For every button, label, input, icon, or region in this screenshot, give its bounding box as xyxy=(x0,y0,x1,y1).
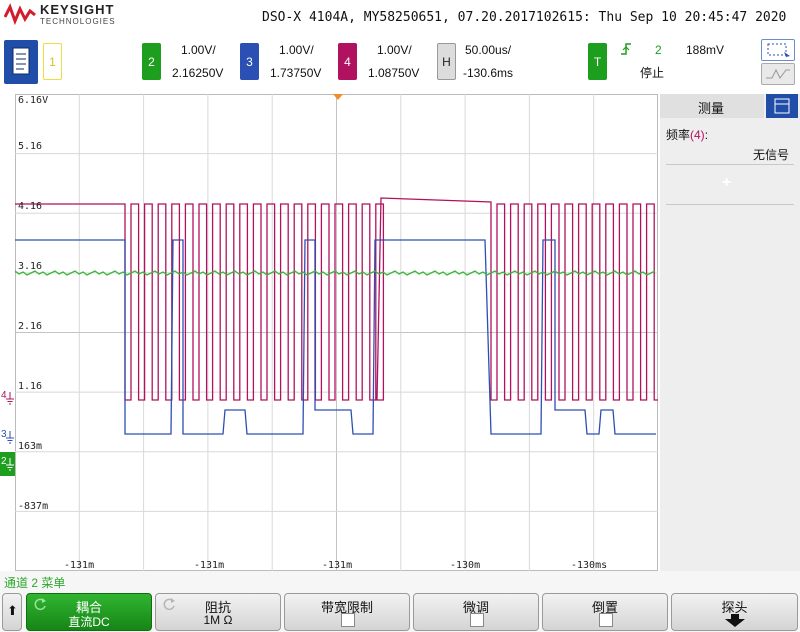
menu-back-button[interactable]: ⬆ xyxy=(2,593,22,631)
tab-measure[interactable]: 测量 xyxy=(660,94,764,118)
measurement-type: 频率 xyxy=(666,128,691,142)
ground-icon xyxy=(6,431,14,444)
channel-3-offset: 1.73750V xyxy=(270,66,322,80)
menu-button[interactable] xyxy=(4,40,38,84)
logo-name: KEYSIGHT xyxy=(40,2,115,17)
channel-2-ground-marker[interactable]: 2 xyxy=(0,452,15,476)
channel-2-scale: 1.00V/ xyxy=(181,43,216,57)
channel-4-number: 4 xyxy=(344,54,351,69)
acquisition-status: 停止 xyxy=(640,66,665,80)
impedance-button[interactable]: 阻抗 1M Ω xyxy=(155,593,281,631)
trigger-label: T xyxy=(593,54,602,69)
zoom-select-button[interactable] xyxy=(761,39,795,61)
logo-subtitle: TECHNOLOGIES xyxy=(40,17,116,26)
x-tick-label: -131m xyxy=(322,560,353,571)
zoom-box-icon xyxy=(767,43,790,57)
trigger-source: 2 xyxy=(655,43,662,57)
coupling-button[interactable]: 耦合 直流DC xyxy=(26,593,152,631)
channel-4-offset: 1.08750V xyxy=(368,66,420,80)
measurement-sidebar: 测量 频率(4): 无信号 + xyxy=(660,94,800,571)
add-measurement-button[interactable]: + xyxy=(722,174,731,192)
channel-3-button[interactable]: 3 xyxy=(240,43,259,80)
trigger-button[interactable]: T xyxy=(588,43,607,80)
x-tick-label: -130m xyxy=(450,560,481,571)
channel-2-offset: 2.16250V xyxy=(172,66,224,80)
header-bar: KEYSIGHT TECHNOLOGIES DSO-X 4104A, MY582… xyxy=(0,0,800,36)
measurement-name: 频率(4): xyxy=(666,126,708,143)
channel-1-number: 1 xyxy=(49,54,56,69)
y-tick-label: 2.16 xyxy=(18,321,43,332)
channel-3-scale: 1.00V/ xyxy=(279,43,314,57)
bandwidth-limit-button[interactable]: 带宽限制 xyxy=(284,593,410,631)
waveform-canvas xyxy=(15,94,658,571)
divider xyxy=(666,164,794,165)
invert-checkbox[interactable] xyxy=(599,613,613,627)
coupling-value: 直流DC xyxy=(68,615,110,629)
channel-4-button[interactable]: 4 xyxy=(338,43,357,80)
horizontal-label: H xyxy=(442,54,451,69)
x-tick-label: -130ms xyxy=(571,560,608,571)
y-tick-label: -837m xyxy=(18,501,49,512)
channel-2-number: 2 xyxy=(148,54,155,69)
keysight-logo-icon xyxy=(4,3,36,25)
timebase-delay: -130.6ms xyxy=(463,66,514,80)
tab-measure-label: 测量 xyxy=(698,101,725,116)
bandwidth-limit-checkbox[interactable] xyxy=(341,613,355,627)
measurement-channel: (4) xyxy=(690,128,705,142)
submenu-arrow-icon xyxy=(725,614,745,627)
ground-icon xyxy=(6,392,14,405)
fine-adjust-button[interactable]: 微调 xyxy=(413,593,539,631)
probe-button[interactable]: 探头 xyxy=(671,593,798,631)
measurement-value: 无信号 xyxy=(753,148,790,162)
channel-3-number: 3 xyxy=(246,54,253,69)
channel-2-button[interactable]: 2 xyxy=(142,43,161,80)
gesture-icon xyxy=(766,68,790,79)
fine-adjust-checkbox[interactable] xyxy=(470,613,484,627)
y-tick-label: 6.16V xyxy=(18,95,49,106)
y-tick-label: 1.16 xyxy=(18,381,43,392)
y-tick-label: 5.16 xyxy=(18,141,43,152)
panel-icon xyxy=(774,98,790,114)
channel-4-ground-marker[interactable]: 4 xyxy=(0,390,15,406)
trigger-position-marker xyxy=(333,94,343,100)
timebase-scale: 50.00us/ xyxy=(465,43,512,57)
trigger-edge-icon xyxy=(621,43,631,55)
invert-button[interactable]: 倒置 xyxy=(542,593,668,631)
horizontal-button[interactable]: H xyxy=(437,43,456,80)
up-arrow-icon: ⬆ xyxy=(7,603,18,618)
divider xyxy=(666,204,794,205)
touch-gesture-button[interactable] xyxy=(761,63,795,85)
y-tick-label: 4.16 xyxy=(18,201,43,212)
y-tick-label: 163m xyxy=(18,441,43,452)
x-tick-label: -131m xyxy=(194,560,225,571)
tab-next[interactable] xyxy=(766,94,798,118)
channel-3-ground-marker[interactable]: 3 xyxy=(0,429,15,445)
trigger-level: 188mV xyxy=(686,43,725,57)
ground-icon xyxy=(6,458,14,471)
channel-4-scale: 1.00V/ xyxy=(377,43,412,57)
impedance-value: 1M Ω xyxy=(203,613,233,627)
menu-title: 通道 2 菜单 xyxy=(4,576,66,590)
y-tick-label: 3.16 xyxy=(18,261,43,272)
document-icon xyxy=(12,47,30,75)
x-tick-label: -131m xyxy=(64,560,95,571)
measurement-colon: : xyxy=(704,128,709,142)
channel-1-button[interactable]: 1 xyxy=(43,43,62,80)
instrument-title: DSO-X 4104A, MY58250651, 07.20.201710261… xyxy=(262,10,787,25)
